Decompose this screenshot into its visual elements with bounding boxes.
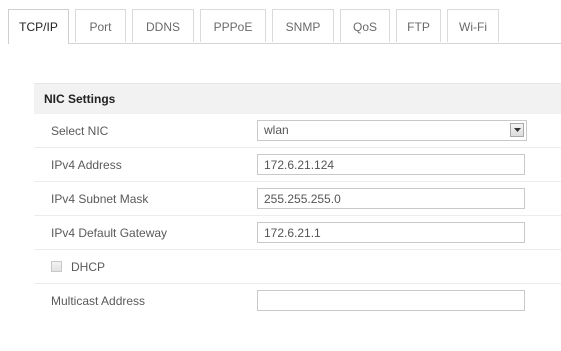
tab-wifi[interactable]: Wi-Fi xyxy=(447,9,499,42)
ipv4-subnet-mask-field[interactable] xyxy=(257,188,525,209)
tab-bar: TCP/IP Port DDNS PPPoE SNMP QoS FTP Wi-F… xyxy=(8,9,561,44)
multicast-address-label: Multicast Address xyxy=(51,294,146,308)
select-nic-label: Select NIC xyxy=(51,124,109,138)
nic-settings-title: NIC Settings xyxy=(34,83,561,114)
dhcp-checkbox[interactable] xyxy=(51,261,62,272)
select-nic-row: Select NIC wlan xyxy=(34,114,561,148)
multicast-address-field[interactable] xyxy=(257,290,525,311)
tab-ftp[interactable]: FTP xyxy=(396,9,441,42)
tab-ddns[interactable]: DDNS xyxy=(132,9,194,42)
ipv4-default-gateway-row: IPv4 Default Gateway xyxy=(34,216,561,250)
tab-pppoe[interactable]: PPPoE xyxy=(200,9,266,42)
select-nic-value: wlan xyxy=(264,123,289,137)
ipv4-subnet-mask-row: IPv4 Subnet Mask xyxy=(34,182,561,216)
ipv4-address-row: IPv4 Address xyxy=(34,148,561,182)
tab-snmp[interactable]: SNMP xyxy=(272,9,334,42)
nic-settings-section: NIC Settings Select NIC wlan IPv4 Addres… xyxy=(34,83,561,318)
ipv4-default-gateway-label: IPv4 Default Gateway xyxy=(51,226,168,240)
network-settings-page: TCP/IP Port DDNS PPPoE SNMP QoS FTP Wi-F… xyxy=(0,0,561,351)
tab-tcpip[interactable]: TCP/IP xyxy=(8,9,69,44)
dhcp-label: DHCP xyxy=(71,260,106,274)
select-nic-dropdown[interactable]: wlan xyxy=(257,120,527,141)
multicast-address-row: Multicast Address xyxy=(34,284,561,318)
tab-qos[interactable]: QoS xyxy=(340,9,390,42)
ipv4-subnet-mask-label: IPv4 Subnet Mask xyxy=(51,192,149,206)
tab-port[interactable]: Port xyxy=(75,9,126,42)
ipv4-address-label: IPv4 Address xyxy=(51,158,122,172)
chevron-down-icon[interactable] xyxy=(510,123,524,137)
dhcp-row: DHCP xyxy=(34,250,561,284)
ipv4-default-gateway-field[interactable] xyxy=(257,222,525,243)
ipv4-address-field[interactable] xyxy=(257,154,525,175)
